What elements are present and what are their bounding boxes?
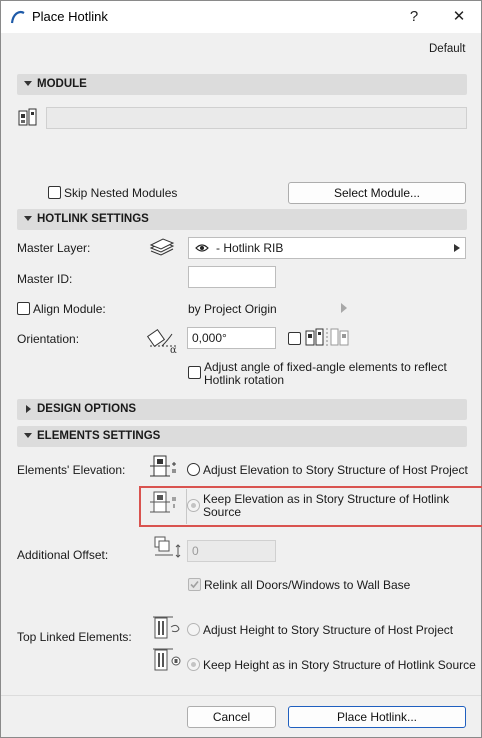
align-module-value[interactable]: by Project Origin	[188, 302, 277, 316]
module-path-field	[46, 107, 467, 129]
adjust-height-label: Adjust Height to Story Structure of Host…	[203, 623, 454, 637]
section-design-options-header[interactable]: DESIGN OPTIONS	[17, 399, 467, 420]
keep-elevation-radio[interactable]	[187, 499, 200, 512]
adjust-height-radio[interactable]	[187, 623, 200, 636]
keep-elevation-label-line1: Keep Elevation as in Story Structure of …	[203, 492, 450, 506]
top-linked-label: Top Linked Elements:	[17, 630, 132, 644]
adjust-elevation-radio[interactable]	[187, 463, 200, 476]
footer-divider	[1, 695, 481, 696]
section-elements-settings-header[interactable]: ELEMENTS SETTINGS	[17, 426, 467, 447]
relink-checkbox[interactable]	[188, 578, 201, 591]
master-id-input[interactable]	[188, 266, 276, 288]
orientation-label: Orientation:	[17, 332, 80, 346]
keep-elevation-label-line2: Source	[203, 505, 242, 519]
svg-text:α: α	[170, 345, 177, 354]
window-title: Place Hotlink	[32, 9, 108, 24]
select-module-button[interactable]: Select Module...	[288, 182, 466, 204]
elevation-adjust-icon	[150, 455, 176, 477]
top-linked-adjust-icon	[153, 616, 180, 639]
master-layer-label: Master Layer:	[17, 241, 91, 255]
close-button[interactable]: ✕	[439, 1, 479, 33]
relink-label: Relink all Doors/Windows to Wall Base	[204, 578, 411, 592]
chevron-right-icon[interactable]	[340, 303, 348, 313]
chevron-down-icon	[24, 433, 32, 438]
orientation-angle-icon: α	[146, 328, 178, 354]
section-module-header[interactable]: MODULE	[17, 74, 467, 95]
master-id-label: Master ID:	[17, 272, 73, 286]
archicad-logo-icon	[10, 10, 25, 24]
mirror-checkbox[interactable]	[288, 332, 301, 345]
adjust-angle-checkbox[interactable]	[188, 366, 201, 379]
check-icon	[190, 580, 199, 589]
help-button[interactable]: ?	[394, 1, 434, 33]
adjust-angle-label-line2: Hotlink rotation	[204, 373, 285, 387]
elements-elevation-label: Elements' Elevation:	[17, 463, 126, 477]
skip-nested-checkbox[interactable]	[48, 186, 61, 199]
elevation-keep-icon	[150, 491, 176, 513]
module-icon	[18, 108, 37, 126]
keep-height-label: Keep Height as in Story Structure of Hot…	[203, 658, 476, 672]
section-hotlink-settings-label: HOTLINK SETTINGS	[37, 213, 149, 225]
align-module-checkbox[interactable]	[17, 302, 30, 315]
skip-nested-label: Skip Nested Modules	[64, 186, 178, 200]
align-module-label: Align Module:	[33, 302, 106, 316]
master-layer-value: - Hotlink RIB	[216, 241, 284, 255]
section-module-label: MODULE	[37, 78, 87, 90]
title-bar: Place Hotlink ? ✕	[1, 1, 481, 33]
adjust-elevation-label: Adjust Elevation to Story Structure of H…	[203, 463, 468, 477]
section-design-options-label: DESIGN OPTIONS	[37, 403, 137, 415]
keep-height-radio[interactable]	[187, 658, 200, 671]
cancel-button[interactable]: Cancel	[187, 706, 276, 728]
place-hotlink-dialog: Place Hotlink ? ✕ Default MODULE Skip Ne…	[0, 0, 482, 738]
additional-offset-label: Additional Offset:	[17, 548, 109, 562]
top-linked-keep-icon	[153, 648, 181, 671]
mirror-module-icon	[305, 328, 349, 348]
section-elements-settings-label: ELEMENTS SETTINGS	[37, 430, 161, 442]
chevron-down-icon	[24, 81, 32, 86]
eye-icon	[195, 244, 209, 252]
layer-icon	[149, 238, 175, 256]
master-layer-dropdown[interactable]: - Hotlink RIB	[188, 237, 466, 259]
additional-offset-input[interactable]: 0	[187, 540, 276, 562]
orientation-input[interactable]: 0,000°	[187, 327, 276, 349]
adjust-angle-label-line1: Adjust angle of fixed-angle elements to …	[204, 360, 447, 374]
section-hotlink-settings-header[interactable]: HOTLINK SETTINGS	[17, 209, 467, 230]
chevron-right-icon	[26, 405, 31, 413]
preset-label[interactable]: Default	[429, 43, 465, 55]
offset-icon	[154, 536, 181, 558]
place-hotlink-button[interactable]: Place Hotlink...	[288, 706, 466, 728]
chevron-right-icon	[454, 244, 460, 252]
chevron-down-icon	[24, 216, 32, 221]
